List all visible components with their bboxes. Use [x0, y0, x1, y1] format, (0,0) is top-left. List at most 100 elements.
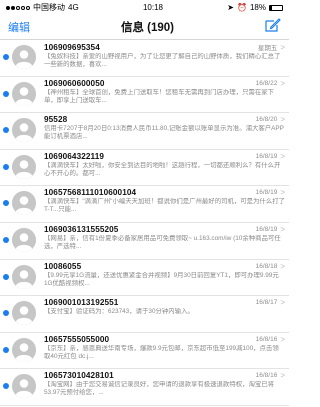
unread-indicator-slot [0, 150, 12, 170]
message-row[interactable]: 10657568111010600104 16/8/19 > 【滴滴快车】"滴滴… [0, 186, 289, 223]
message-content: 1069001013192551 16/8/17 > 【支付宝】验证码为：623… [36, 296, 289, 324]
contact-avatar-icon [12, 118, 36, 143]
message-date: 16/8/16 [255, 335, 278, 343]
message-sender: 10086055 [44, 261, 82, 271]
message-preview: 【网易】亲，信有1份夏季必备家居用品可免费领取~ u.163.com/iw (1… [44, 234, 281, 250]
chevron-right-icon: > [280, 115, 285, 125]
unread-dot-icon [3, 90, 9, 97]
unread-indicator-slot [0, 186, 12, 207]
message-list: 106909695354 星期五 > 【兔奴科技】亲爱的山野视用户，为了让您更了… [0, 40, 289, 406]
message-date: 16/8/19 [255, 189, 278, 197]
chevron-right-icon: > [280, 224, 285, 234]
unread-indicator-slot [0, 223, 12, 243]
message-preview: 【神州租车】全球首创，免费上门送取车！您租车无需再到门店办理，只需在家下单，即享… [44, 88, 275, 104]
message-content: 10657568111010600104 16/8/19 > 【滴滴快车】"滴滴… [36, 186, 289, 214]
message-time: 16/8/16 > [256, 371, 285, 380]
message-content: 1069064322119 16/8/19 > 【滴滴快车】太好啦，你安全到达目… [36, 150, 289, 178]
contact-avatar-icon [12, 337, 36, 362]
message-preview: 【滴滴快车】"滴滴广州"小编天天加班！都说你们是广州最好的司机，可是为什么打了T… [44, 198, 285, 214]
message-row[interactable]: 1069001013192551 16/8/17 > 【支付宝】验证码为：623… [0, 296, 289, 333]
unread-dot-icon [3, 383, 9, 390]
message-sender: 106573010428101 [44, 371, 114, 381]
message-sender: 10657555055000 [44, 334, 110, 344]
chevron-right-icon: > [280, 42, 285, 52]
message-preview: 【9.99元享1G流量，还送优惠紧金合并视频】9月30日前回复YT1，即可办理9… [44, 271, 279, 287]
message-time: 16/8/17 > [256, 298, 285, 307]
message-content: 10657555055000 16/8/16 > 【京东】亲，感恩典送华南专场，… [36, 333, 289, 361]
chevron-right-icon: > [280, 298, 285, 308]
message-row[interactable]: 10657555055000 16/8/16 > 【京东】亲，感恩典送华南专场，… [0, 333, 289, 370]
unread-indicator-slot [0, 333, 12, 353]
message-date: 16/8/19 [255, 225, 278, 233]
status-left: 中国移动 4G [6, 2, 79, 13]
message-content: 10086055 16/8/18 > 【9.99元享1G流量，还送优惠紧金合并视… [36, 260, 289, 288]
contact-avatar-icon [12, 264, 36, 289]
message-preview: 信用卡7207于8月20日0:13消费人民币11.80,记账金额以账单显示为准。… [44, 125, 284, 141]
location-icon: ➤ [227, 3, 234, 12]
message-time: 星期五 > [257, 42, 285, 53]
message-preview: 【兔奴科技】亲爱的山野视用户，为了让您更了解自己的山野体质，我们精心汇总了一些新… [44, 53, 281, 68]
page-title: 信息 (190) [120, 22, 175, 34]
chevron-right-icon: > [280, 334, 285, 344]
message-content: 106909695354 星期五 > 【兔奴科技】亲爱的山野视用户，为了让您更了… [36, 40, 289, 69]
battery-icon [268, 4, 283, 11]
message-row[interactable]: 106573010428101 16/8/16 > 【淘宝网】由于您交易诚信记录… [0, 369, 289, 406]
chevron-right-icon: > [280, 261, 285, 271]
compose-icon[interactable] [265, 17, 281, 37]
message-time: 16/8/19 > [256, 152, 285, 161]
message-sender: 1069001013192551 [44, 298, 119, 308]
contact-avatar-icon [12, 374, 36, 399]
message-row[interactable]: 10086055 16/8/18 > 【9.99元享1G流量，还送优惠紧金合并视… [0, 260, 289, 297]
message-sender: 1069060600050 [44, 78, 105, 88]
unread-dot-icon [3, 273, 9, 280]
chevron-right-icon: > [280, 151, 285, 161]
signal-strength-icon [6, 5, 30, 10]
status-right: ➤ ⏰ 18% [227, 3, 283, 12]
chevron-right-icon: > [280, 78, 285, 88]
message-date: 16/8/20 [255, 116, 278, 124]
unread-indicator-slot [0, 260, 12, 280]
message-date: 16/8/18 [255, 262, 278, 270]
message-preview: 【淘宝网】由于您交易诚信记录良好，您申请的退款享有极速退款特权，淘宝已将53.9… [44, 381, 275, 397]
contact-avatar-icon [12, 191, 36, 216]
message-preview: 【滴滴快车】太好啦，你安全到达目的地啦！这趟行程，一切都还顺利么？有什么开心不开… [44, 161, 281, 177]
unread-dot-icon [3, 236, 9, 243]
message-row[interactable]: 95528 16/8/20 > 信用卡7207于8月20日0:13消费人民币11… [0, 113, 289, 150]
unread-indicator-slot [0, 369, 12, 390]
message-date: 16/8/17 [255, 299, 278, 307]
unread-dot-icon [3, 54, 9, 60]
message-sender: 1069064322119 [44, 151, 105, 161]
unread-dot-icon [3, 163, 9, 170]
message-row[interactable]: 106909695354 星期五 > 【兔奴科技】亲爱的山野视用户，为了让您更了… [0, 40, 289, 77]
message-date: 星期五 [257, 45, 278, 52]
unread-indicator-slot [0, 296, 12, 317]
message-sender: 1069036131555205 [44, 224, 119, 234]
message-preview: 【京东】亲，感恩典送华南专场，爆款9.9元包邮，京东超市低至199减100，点击… [44, 344, 279, 360]
navigation-bar: 编辑 信息 (190) [0, 15, 289, 40]
unread-indicator-slot [0, 113, 12, 134]
message-time: 16/8/19 > [256, 188, 285, 197]
unread-indicator-slot [0, 77, 12, 97]
message-time: 16/8/20 > [256, 115, 285, 124]
message-sender: 10657568111010600104 [44, 188, 137, 198]
message-content: 1069036131555205 16/8/19 > 【网易】亲，信有1份夏季必… [36, 223, 289, 251]
message-date: 16/8/22 [255, 79, 278, 87]
network-label: 4G [68, 3, 79, 12]
message-time: 16/8/22 > [256, 79, 285, 88]
message-row[interactable]: 1069064322119 16/8/19 > 【滴滴快车】太好啦，你安全到达目… [0, 150, 289, 187]
message-row[interactable]: 1069036131555205 16/8/19 > 【网易】亲，信有1份夏季必… [0, 223, 289, 260]
message-preview: 【支付宝】验证码为：623743，请于30分钟内输入。 [44, 308, 194, 316]
clock: 10:18 [142, 3, 163, 12]
contact-avatar-icon [12, 227, 36, 252]
chevron-right-icon: > [280, 371, 285, 381]
unread-dot-icon [3, 127, 9, 134]
message-time: 16/8/19 > [256, 225, 285, 234]
message-content: 106573010428101 16/8/16 > 【淘宝网】由于您交易诚信记录… [36, 369, 289, 397]
contact-avatar-icon [12, 154, 36, 179]
message-time: 16/8/16 > [256, 335, 285, 344]
edit-button[interactable]: 编辑 [8, 19, 30, 35]
message-content: 1069060600050 16/8/22 > 【神州租车】全球首创，免费上门送… [36, 77, 289, 105]
contact-avatar-icon [12, 81, 36, 106]
message-row[interactable]: 1069060600050 16/8/22 > 【神州租车】全球首创，免费上门送… [0, 77, 289, 114]
status-bar: 中国移动 4G 10:18 ➤ ⏰ 18% [0, 0, 289, 15]
